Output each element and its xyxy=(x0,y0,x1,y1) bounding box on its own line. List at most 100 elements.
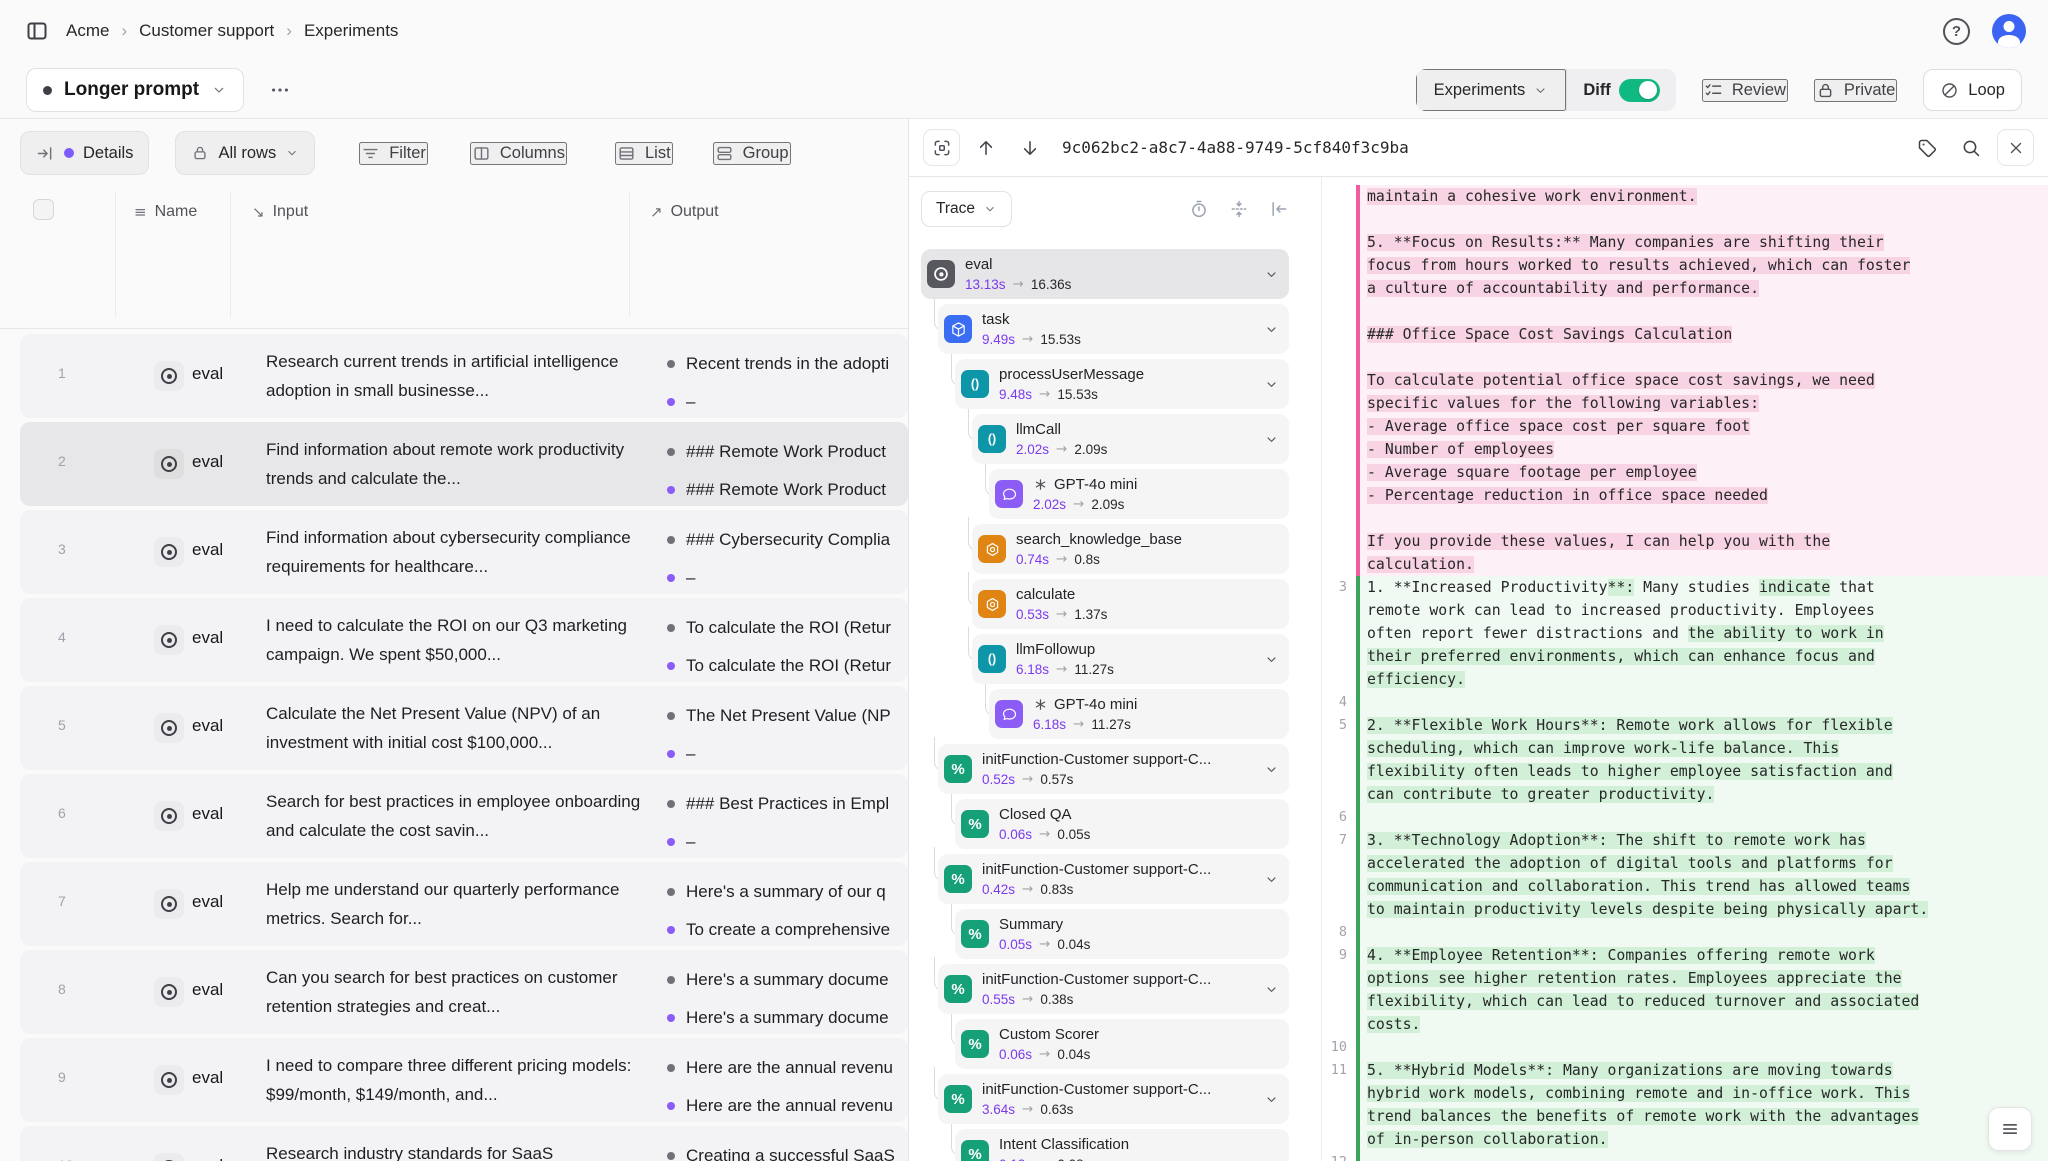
private-button[interactable]: Private xyxy=(1814,79,1897,102)
trace-node-row[interactable]: calculate0.53s→1.37s xyxy=(972,579,1289,629)
loop-button[interactable]: Loop xyxy=(1923,69,2022,111)
rows-filter-button[interactable]: All rows xyxy=(175,131,315,175)
trace-tree-node[interactable]: %initFunction-Customer support-C...0.55s… xyxy=(921,964,1289,1014)
sidebar-toggle-icon[interactable] xyxy=(22,16,52,46)
trace-node-row[interactable]: ()llmFollowup6.18s→11.27s xyxy=(972,634,1289,684)
trace-tree-node[interactable]: ()llmCall2.02s→2.09s xyxy=(921,414,1289,464)
previous-row-button[interactable] xyxy=(968,130,1004,166)
trace-tree-node[interactable]: search_knowledge_base0.74s→0.8s xyxy=(921,524,1289,574)
help-icon[interactable]: ? xyxy=(1943,18,1970,45)
trace-tree-node[interactable]: %initFunction-Customer support-C...3.64s… xyxy=(921,1074,1289,1124)
output-dot-gray xyxy=(667,1064,675,1072)
chevron-down-icon[interactable] xyxy=(1264,982,1279,997)
trace-node-row[interactable]: %initFunction-Customer support-C...3.64s… xyxy=(938,1074,1289,1124)
diff-line: flexibility often leads to higher employ… xyxy=(1322,760,2048,783)
table-row[interactable]: 2evalFind information about remote work … xyxy=(20,422,908,506)
diff-line-number xyxy=(1322,553,1356,576)
table-row[interactable]: 4evalI need to calculate the ROI on our … xyxy=(20,598,908,682)
filter-button[interactable]: Filter xyxy=(359,142,428,165)
trace-node-row[interactable]: %Closed QA0.06s→0.05s xyxy=(955,799,1289,849)
table-row[interactable]: 6evalSearch for best practices in employ… xyxy=(20,774,908,858)
trace-tree-node[interactable]: %initFunction-Customer support-C...0.52s… xyxy=(921,744,1289,794)
trace-tree-node[interactable]: eval13.13s→16.36s xyxy=(921,249,1289,299)
diff-line-number xyxy=(1322,185,1356,208)
breadcrumb-project[interactable]: Customer support xyxy=(139,21,274,41)
expand-trace-button[interactable] xyxy=(923,129,960,166)
trace-node-row[interactable]: eval13.13s→16.36s xyxy=(921,249,1289,299)
trace-node-row[interactable]: %initFunction-Customer support-C...0.42s… xyxy=(938,854,1289,904)
trace-node-row[interactable]: GPT-4o mini2.02s→2.09s xyxy=(989,469,1289,519)
column-header-input[interactable]: ↘ Input xyxy=(252,203,308,221)
diff-line-number xyxy=(1322,599,1356,622)
trace-node-name: initFunction-Customer support-C... xyxy=(982,861,1258,879)
list-button[interactable]: List xyxy=(615,142,673,165)
diff-changed-text: - Number of employees xyxy=(1367,441,1554,458)
trace-tree-node[interactable]: %initFunction-Customer support-C...0.42s… xyxy=(921,854,1289,904)
trace-node-row[interactable]: %Summary0.05s→0.04s xyxy=(955,909,1289,959)
experiment-selector[interactable]: Longer prompt xyxy=(26,68,244,112)
trace-node-row[interactable]: ()processUserMessage9.48s→15.53s xyxy=(955,359,1289,409)
trace-tree-node[interactable]: GPT-4o mini6.18s→11.27s xyxy=(921,689,1289,739)
trace-tree-node[interactable]: %Intent Classification0.13s→0.08s xyxy=(921,1129,1289,1161)
search-button[interactable] xyxy=(1953,130,1989,166)
next-row-button[interactable] xyxy=(1012,130,1048,166)
table-row[interactable]: 8evalCan you search for best practices o… xyxy=(20,950,908,1034)
trace-tree-node[interactable]: ()llmFollowup6.18s→11.27s xyxy=(921,634,1289,684)
chevron-down-icon[interactable] xyxy=(1264,377,1279,392)
trace-node-row[interactable]: search_knowledge_base0.74s→0.8s xyxy=(972,524,1289,574)
timing-icon[interactable] xyxy=(1189,199,1209,219)
columns-button[interactable]: Columns xyxy=(470,142,567,165)
duration-current: 6.18s xyxy=(1016,661,1049,678)
view-selector[interactable]: Experiments xyxy=(1416,69,1567,111)
chevron-down-icon[interactable] xyxy=(1264,652,1279,667)
select-all-checkbox[interactable] xyxy=(33,199,54,220)
column-header-name[interactable]: ≡ Name xyxy=(134,203,197,221)
close-panel-button[interactable] xyxy=(1997,129,2034,166)
trace-node-row[interactable]: %Custom Scorer0.06s→0.04s xyxy=(955,1019,1289,1069)
table-row[interactable]: 1evalResearch current trends in artifici… xyxy=(20,334,908,418)
trace-node-row[interactable]: %initFunction-Customer support-C...0.55s… xyxy=(938,964,1289,1014)
trace-node-row[interactable]: GPT-4o mini6.18s→11.27s xyxy=(989,689,1289,739)
table-row[interactable]: 10evalResearch industry standards for Sa… xyxy=(20,1126,908,1161)
trace-tree-node[interactable]: %Summary0.05s→0.04s xyxy=(921,909,1289,959)
details-button[interactable]: Details xyxy=(20,131,149,175)
collapse-panel-icon[interactable] xyxy=(1269,199,1289,219)
group-button[interactable]: Group xyxy=(713,142,791,165)
table-row[interactable]: 5evalCalculate the Net Present Value (NP… xyxy=(20,686,908,770)
collapse-all-icon[interactable] xyxy=(1229,199,1249,219)
trace-tree-node[interactable]: GPT-4o mini2.02s→2.09s xyxy=(921,469,1289,519)
breadcrumb-section[interactable]: Experiments xyxy=(304,21,398,41)
target-icon xyxy=(161,984,177,1000)
table-row[interactable]: 9evalI need to compare three different p… xyxy=(20,1038,908,1122)
trace-tree-node[interactable]: calculate0.53s→1.37s xyxy=(921,579,1289,629)
duration-current: 0.06s xyxy=(999,826,1032,843)
chevron-down-icon[interactable] xyxy=(1264,432,1279,447)
trace-node-row[interactable]: task9.49s→15.53s xyxy=(938,304,1289,354)
trace-view-selector[interactable]: Trace xyxy=(921,191,1012,227)
trace-tree-node[interactable]: ()processUserMessage9.48s→15.53s xyxy=(921,359,1289,409)
chevron-down-icon[interactable] xyxy=(1264,1092,1279,1107)
diff-line-text xyxy=(1360,806,2048,829)
breadcrumb-org[interactable]: Acme xyxy=(66,21,109,41)
more-actions-icon[interactable] xyxy=(262,72,298,108)
review-button[interactable]: Review xyxy=(1702,79,1788,102)
trace-node-row[interactable]: %initFunction-Customer support-C...0.52s… xyxy=(938,744,1289,794)
trace-node-row[interactable]: %Intent Classification0.13s→0.08s xyxy=(955,1129,1289,1161)
chevron-down-icon[interactable] xyxy=(1264,762,1279,777)
avatar[interactable] xyxy=(1992,14,2026,48)
chevron-down-icon[interactable] xyxy=(1264,872,1279,887)
chevron-down-icon[interactable] xyxy=(1264,267,1279,282)
chevron-down-icon[interactable] xyxy=(1264,322,1279,337)
diff-line: maintain a cohesive work environment. xyxy=(1322,185,2048,208)
trace-tree-node[interactable]: task9.49s→15.53s xyxy=(921,304,1289,354)
tag-button[interactable] xyxy=(1909,130,1945,166)
trace-node-row[interactable]: ()llmCall2.02s→2.09s xyxy=(972,414,1289,464)
table-row[interactable]: 3evalFind information about cybersecurit… xyxy=(20,510,908,594)
table-row[interactable]: 7evalHelp me understand our quarterly pe… xyxy=(20,862,908,946)
row-name: eval xyxy=(192,716,223,736)
trace-tree-node[interactable]: %Closed QA0.06s→0.05s xyxy=(921,799,1289,849)
diff-toggle[interactable] xyxy=(1619,79,1660,102)
trace-tree-node[interactable]: %Custom Scorer0.06s→0.04s xyxy=(921,1019,1289,1069)
column-header-output[interactable]: ↗ Output xyxy=(650,203,719,221)
raw-view-toggle-button[interactable] xyxy=(1988,1107,2032,1151)
